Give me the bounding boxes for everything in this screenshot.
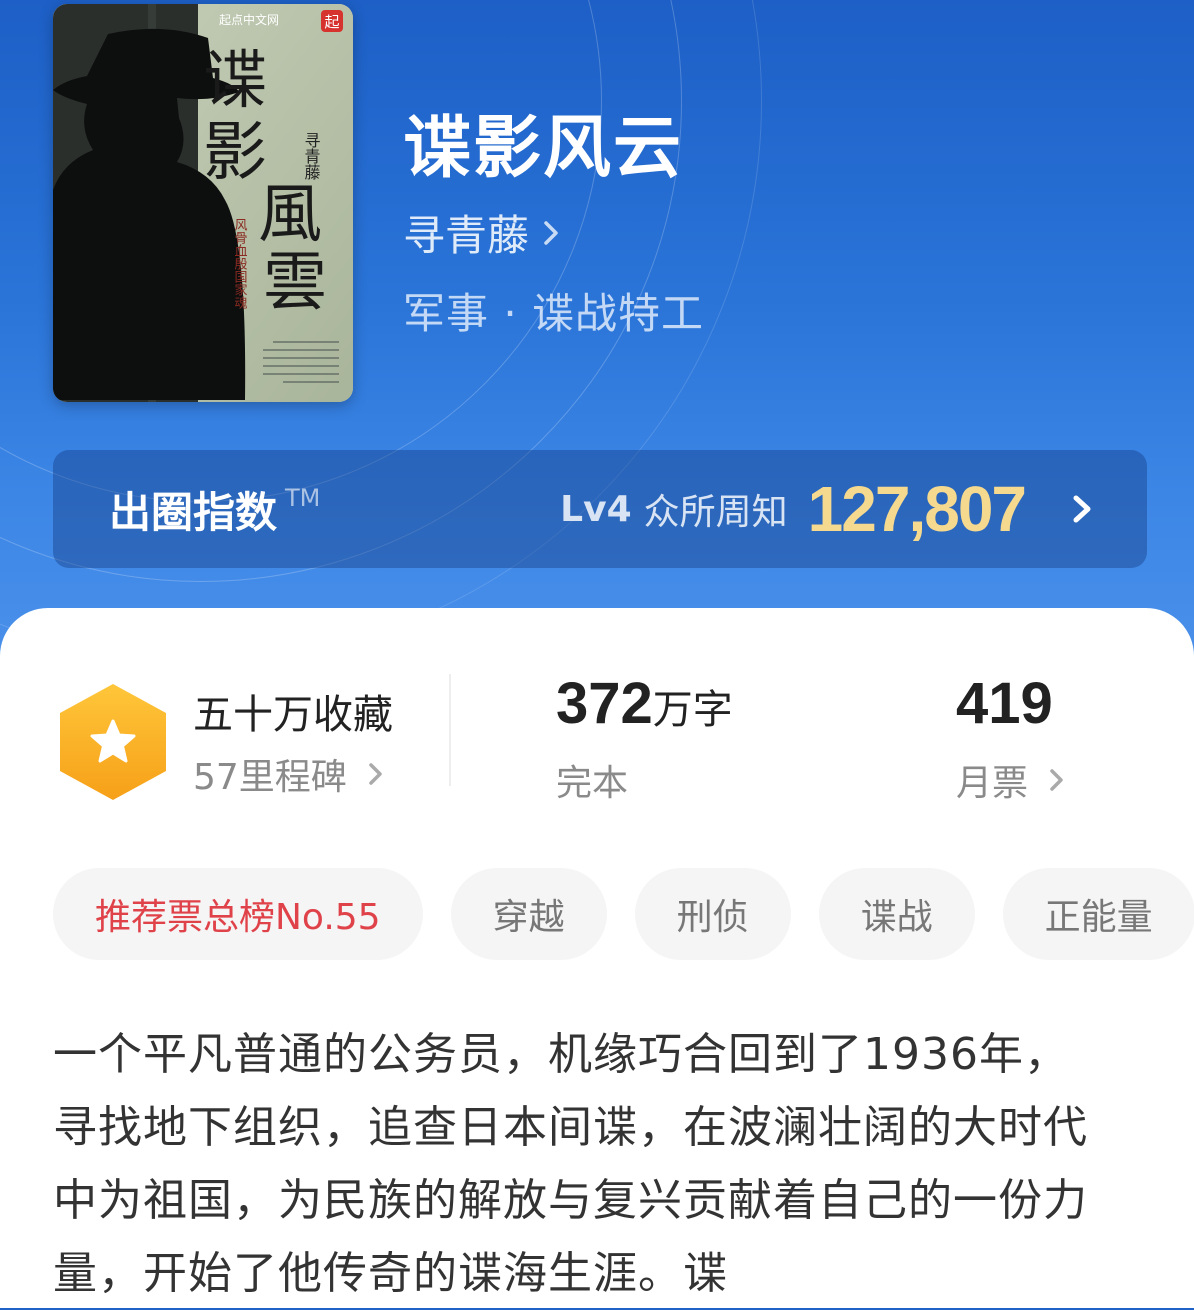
monthly-ticket-link[interactable]: 月票 bbox=[956, 754, 1066, 806]
book-cover[interactable]: 起点中文网 起 谍 影 風 雲 寻青藤 风骨血殷国家魂 bbox=[53, 4, 353, 402]
tag-list: 推荐票总榜No.55 穿越 刑侦 谍战 正能量 bbox=[53, 868, 1194, 960]
index-level-text: 众所周知 bbox=[643, 492, 788, 533]
chevron-right-icon bbox=[1050, 769, 1063, 791]
book-title: 谍影风云 bbox=[403, 108, 684, 188]
star-icon bbox=[90, 719, 136, 763]
cover-tagline: 风骨血殷国家魂 bbox=[232, 218, 248, 310]
book-description[interactable]: 一个平凡普通的公务员，机缘巧合回到了1936年，寻找地下组织，追查日本间谍，在波… bbox=[53, 1018, 1113, 1310]
monthly-ticket-label: 月票 bbox=[956, 763, 1029, 804]
milestone-link[interactable]: 57里程碑 bbox=[193, 748, 385, 800]
trademark-mark: TM bbox=[285, 484, 321, 512]
milestone-count: 57里程碑 bbox=[193, 757, 347, 798]
index-label: 出圈指数 bbox=[109, 487, 278, 537]
index-value: 127,807 bbox=[807, 473, 1027, 545]
tag-item[interactable]: 谍战 bbox=[818, 868, 975, 960]
word-count-number: 372 bbox=[556, 671, 653, 736]
word-count-unit: 万字 bbox=[652, 687, 733, 733]
book-header: 起点中文网 起 谍 影 風 雲 寻青藤 风骨血殷国家魂 谍影风云 寻青藤 军事 … bbox=[0, 0, 1194, 660]
star-hexagon-icon bbox=[60, 684, 166, 800]
stats-divider bbox=[449, 674, 451, 786]
tag-item[interactable]: 刑侦 bbox=[634, 868, 791, 960]
author-link[interactable]: 寻青藤 bbox=[403, 202, 561, 263]
monthly-ticket-count: 419 bbox=[956, 670, 1053, 737]
word-count: 372万字 bbox=[556, 670, 733, 737]
cover-art: 起点中文网 起 谍 影 風 雲 寻青藤 风骨血殷国家魂 bbox=[53, 4, 353, 402]
completion-status: 完本 bbox=[556, 763, 629, 804]
chevron-right-icon bbox=[544, 220, 558, 245]
author-name: 寻青藤 bbox=[403, 211, 530, 260]
chevron-right-icon bbox=[1073, 495, 1091, 523]
cover-title-char: 雲 bbox=[263, 246, 327, 320]
book-genre[interactable]: 军事 · 谍战特工 bbox=[403, 280, 704, 341]
popularity-index-bar[interactable]: 出圈指数 TM Lv4 众所周知 127,807 bbox=[53, 450, 1147, 568]
milestone-title: 五十万收藏 bbox=[193, 692, 393, 738]
cover-publisher: 起点中文网 bbox=[219, 12, 279, 27]
chevron-right-icon bbox=[369, 763, 382, 785]
index-level: Lv4 bbox=[560, 488, 632, 530]
cover-badge: 起 bbox=[324, 13, 339, 31]
cover-author: 寻青藤 bbox=[302, 132, 321, 181]
tag-item[interactable]: 正能量 bbox=[1002, 868, 1194, 960]
cover-title-char: 風 bbox=[258, 178, 322, 252]
index-summary: Lv4 众所周知 127,807 bbox=[560, 472, 1095, 546]
cover-title-char: 谍 bbox=[203, 44, 267, 118]
book-detail-card: 五十万收藏 57里程碑 372万字 完本 419 月票 推荐票总榜No.55 穿… bbox=[0, 608, 1194, 1308]
tag-rank[interactable]: 推荐票总榜No.55 bbox=[53, 868, 423, 960]
monthly-ticket-number: 419 bbox=[956, 671, 1053, 736]
tag-item[interactable]: 穿越 bbox=[450, 868, 607, 960]
